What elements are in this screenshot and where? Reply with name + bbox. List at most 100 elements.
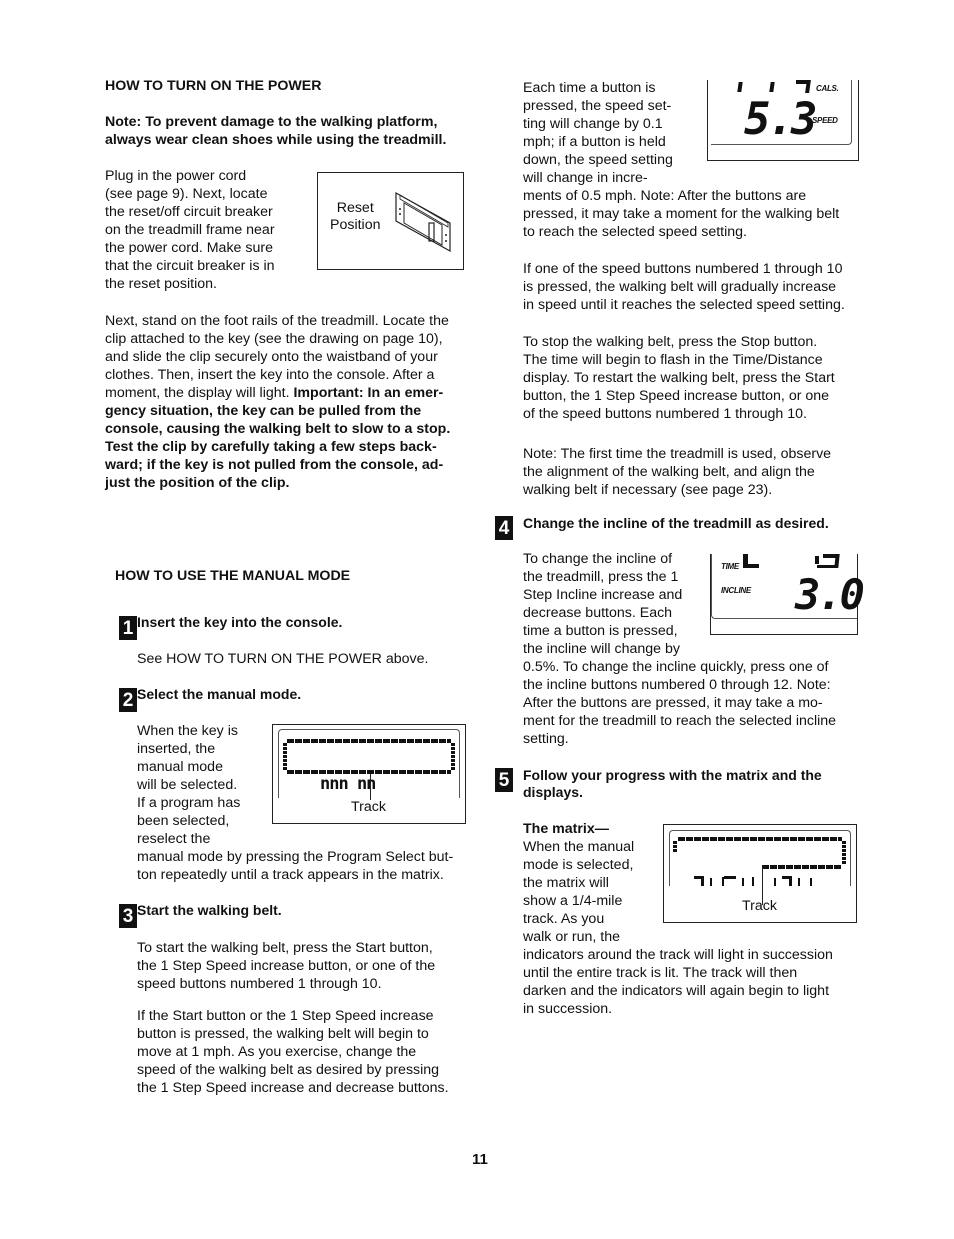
text-line: After the buttons are pressed, it may ta… <box>523 695 823 711</box>
text-line: in succession. <box>523 1001 613 1017</box>
track-left-indicators <box>673 841 677 853</box>
speed-value: 5.3 <box>744 94 818 145</box>
track-bottom-indicators <box>287 770 451 774</box>
time-label: TIME <box>721 562 739 571</box>
title-line: Follow your progress with the matrix and… <box>523 767 822 783</box>
text-line: (see page 9). Next, locate <box>105 186 268 202</box>
text-line: To start the walking belt, press the Sta… <box>137 940 433 956</box>
text-line: Plug in the power cord <box>105 168 247 184</box>
alignment-note: Note: The first time the treadmill is us… <box>523 445 831 499</box>
label-line: Position <box>330 217 381 233</box>
step-2-title: Select the manual mode. <box>137 686 302 702</box>
track-matrix-figure: nnn nn Track <box>272 724 466 824</box>
text-line: will change in incre- <box>523 170 648 186</box>
track-label: Track <box>351 799 386 815</box>
text-line: walk or run, the <box>523 929 620 945</box>
step-number-2: 2 <box>119 688 137 712</box>
step-number-3: 3 <box>119 904 137 928</box>
segment-fragment <box>743 564 759 568</box>
important-run: Important: In an emer- <box>293 385 444 401</box>
speed-display-figure: CALS. 5.3 SPEED <box>707 80 859 161</box>
step-number-5: 5 <box>495 768 513 792</box>
track-top-indicators <box>678 837 842 841</box>
heading-manual-mode: HOW TO USE THE MANUAL MODE <box>115 568 351 584</box>
step-1-body: See HOW TO TURN ON THE POWER above. <box>137 651 429 667</box>
text-line: the reset/off circuit breaker <box>105 204 273 220</box>
segment-fragment <box>815 556 819 564</box>
text-line: is pressed, the walking belt will gradua… <box>523 279 837 295</box>
text-line: the 1 Step Speed increase and decrease b… <box>137 1080 449 1096</box>
note-line: Note: To prevent damage to the walking p… <box>105 114 438 130</box>
step-number-1: 1 <box>119 616 137 640</box>
text-line: If the Start button or the 1 Step Speed … <box>137 1008 434 1024</box>
text-line: to reach the selected speed setting. <box>523 224 747 240</box>
text-line: Next, stand on the foot rails of the tre… <box>105 313 449 329</box>
text-line: moment, the display will light. Importan… <box>105 384 450 402</box>
track-left-indicators <box>283 743 287 770</box>
step-3-title: Start the walking belt. <box>137 902 282 918</box>
text-line: ments of 0.5 mph. Note: After the button… <box>523 188 807 204</box>
text-line: setting. <box>523 731 569 747</box>
step-3-para-1: To start the walking belt, press the Sta… <box>137 939 435 993</box>
text-line: reselect the <box>137 831 211 847</box>
step-4-title: Change the incline of the treadmill as d… <box>523 515 829 531</box>
track-label: Track <box>742 898 777 914</box>
text-line: that the circuit breaker is in <box>105 258 275 274</box>
speed-buttons-paragraph: If one of the speed buttons numbered 1 t… <box>523 260 845 314</box>
text-line: the incline buttons numbered 0 through 1… <box>523 677 831 693</box>
text-run: moment, the display will light. <box>105 385 294 401</box>
text-line: the power cord. Make sure <box>105 240 273 256</box>
text-line: pressed, it may take a moment for the wa… <box>523 206 840 222</box>
note-line: always wear clean shoes while using the … <box>105 132 447 148</box>
step-number-4: 4 <box>495 516 513 540</box>
text-line: in speed until it reaches the selected s… <box>523 297 845 313</box>
reset-position-label: Reset Position <box>330 200 380 234</box>
track-right-indicators <box>842 841 846 865</box>
important-line: console, causing the walking belt to slo… <box>105 421 451 437</box>
text-line: manual mode by pressing the Program Sele… <box>137 849 454 865</box>
heading-power: HOW TO TURN ON THE POWER <box>105 78 322 94</box>
incline-label: INCLINE <box>721 586 751 595</box>
track-right-indicators <box>451 743 455 770</box>
text-line: ment for the treadmill to reach the sele… <box>523 713 837 729</box>
step-3-para-2: If the Start button or the 1 Step Speed … <box>137 1007 449 1097</box>
track-top-indicators <box>287 739 451 743</box>
text-line: speed of the walking belt as desired by … <box>137 1062 440 1078</box>
important-line: Test the clip by carefully taking a few … <box>105 439 437 455</box>
text-line: the 1 Step Speed increase button, or one… <box>137 958 436 974</box>
page-number: 11 <box>472 1151 488 1168</box>
matrix-digit-fragments <box>694 876 812 886</box>
partial-track-matrix-figure: Track <box>663 824 857 923</box>
track-bottom-indicators <box>762 865 842 869</box>
text-line: of the speed buttons numbered 1 through … <box>523 406 807 422</box>
text-line: clothes. Then, insert the key into the c… <box>105 367 435 383</box>
text-line: the reset position. <box>105 276 217 292</box>
speed-label: SPEED <box>812 116 838 125</box>
matrix-digits: nnn nn <box>320 777 376 791</box>
text-line: To stop the walking belt, press the Stop… <box>523 334 818 350</box>
segment-fragment <box>817 565 837 568</box>
text-line: the alignment of the walking belt, and a… <box>523 464 815 480</box>
text-line: the incline will change by <box>523 641 680 657</box>
important-line: just the position of the clip. <box>105 475 290 491</box>
incline-display-figure: TIME INCLINE 3.0 <box>710 554 865 635</box>
circuit-breaker-icon <box>395 191 451 253</box>
text-line: button, the 1 Step Speed increase button… <box>523 388 830 404</box>
title-line: displays. <box>523 784 583 800</box>
step-5-title: Follow your progress with the matrix and… <box>523 767 822 801</box>
text-line: clip attached to the key (see the drawin… <box>105 331 443 347</box>
text-line: If one of the speed buttons numbered 1 t… <box>523 261 843 277</box>
key-paragraph: Next, stand on the foot rails of the tre… <box>105 312 450 492</box>
cals-label: CALS. <box>816 84 839 93</box>
text-line: speed buttons numbered 1 through 10. <box>137 976 382 992</box>
label-line: Reset <box>336 200 374 216</box>
incline-value: 3.0 <box>795 570 865 619</box>
plug-paragraph: Plug in the power cord (see page 9). Nex… <box>105 167 275 293</box>
text-line: until the entire track is lit. The track… <box>523 965 798 981</box>
reset-position-figure: Reset Position <box>317 172 464 270</box>
important-line: ward; if the key is not pulled from the … <box>105 457 444 473</box>
text-line: walking belt if necessary (see page 23). <box>523 482 773 498</box>
stop-paragraph: To stop the walking belt, press the Stop… <box>523 333 835 423</box>
text-line: Note: The first time the treadmill is us… <box>523 446 832 462</box>
text-line: move at 1 mph. As you exercise, change t… <box>137 1044 417 1060</box>
